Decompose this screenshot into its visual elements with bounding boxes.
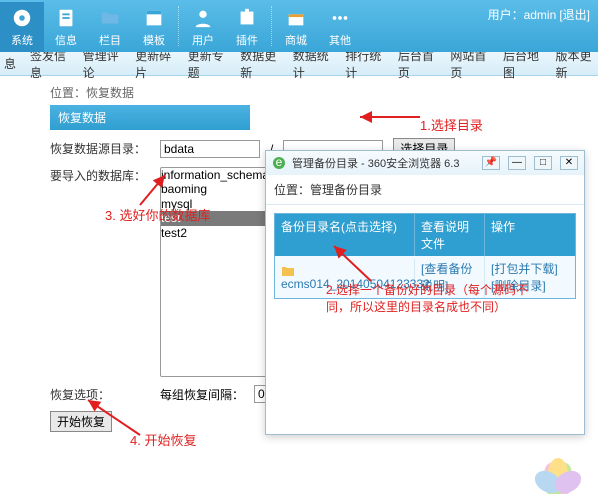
th-op: 操作 <box>485 214 575 256</box>
th-name: 备份目录名(点击选择) <box>275 214 415 256</box>
annotation-4: 4. 开始恢复 <box>130 430 196 449</box>
maximize-button[interactable]: □ <box>534 156 552 170</box>
nav-shop[interactable]: 商城 <box>274 2 318 52</box>
folder-icon <box>281 265 295 277</box>
nav-user[interactable]: 用户 <box>181 2 225 52</box>
db-label: 要导入的数据库： <box>50 167 150 184</box>
gear-icon <box>10 6 34 30</box>
close-button[interactable]: ✕ <box>560 156 578 170</box>
plugin-icon <box>235 6 259 30</box>
nav-system[interactable]: 系统 <box>0 2 44 52</box>
doc-icon <box>54 6 78 30</box>
src-label: 恢复数据源目录： <box>50 140 150 157</box>
minimize-button[interactable]: — <box>508 156 526 170</box>
interval-label: 每组恢复间隔： <box>160 386 244 403</box>
opt-label: 恢复选项： <box>50 386 150 403</box>
nav-column[interactable]: 栏目 <box>88 2 132 52</box>
annotation-2: 2.选择一个备份好的目录（每个源码不 同，所以这里的目录名成也不同） <box>326 281 528 315</box>
nav-info[interactable]: 信息 <box>44 2 88 52</box>
user-icon <box>191 6 215 30</box>
page-icon: e <box>272 156 286 170</box>
popup-titlebar: e 管理备份目录 - 360安全浏览器 6.3 📌 — □ ✕ <box>266 151 584 175</box>
subnav-item[interactable]: 息 <box>4 55 16 72</box>
pin-icon[interactable]: 📌 <box>482 156 500 170</box>
nav-other[interactable]: 其他 <box>318 2 362 52</box>
user-box: 用户：admin [退出] <box>488 6 590 23</box>
nav-template[interactable]: 模板 <box>132 2 176 52</box>
logout-link[interactable]: [退出] <box>559 8 590 22</box>
panel-title: 恢复数据 <box>50 105 250 130</box>
breadcrumb: 位置：恢复数据 <box>50 84 598 101</box>
template-icon <box>142 6 166 30</box>
popup-window: e 管理备份目录 - 360安全浏览器 6.3 📌 — □ ✕ 位置：管理备份目… <box>265 150 585 435</box>
th-view: 查看说明文件 <box>415 214 485 256</box>
popup-title: 管理备份目录 - 360安全浏览器 6.3 <box>292 155 474 171</box>
flower-logo-icon <box>528 444 588 494</box>
dots-icon <box>328 6 352 30</box>
download-link[interactable]: [打包并下载] <box>491 262 558 276</box>
start-restore-button[interactable]: 开始恢复 <box>50 411 112 432</box>
svg-text:e: e <box>276 156 283 169</box>
nav-plugin[interactable]: 插件 <box>225 2 269 52</box>
src-input[interactable] <box>160 140 260 158</box>
shop-icon <box>284 6 308 30</box>
folder-icon <box>98 6 122 30</box>
sub-nav: 息 签发信息 管理评论 更新碎片 更新专题 数据更新 数据统计 排行统计 后台首… <box>0 52 598 76</box>
top-nav: 系统 信息 栏目 模板 用户 插件 商城 其他 用户：admin [退出] <box>0 0 598 52</box>
popup-breadcrumb: 位置：管理备份目录 <box>266 175 584 205</box>
